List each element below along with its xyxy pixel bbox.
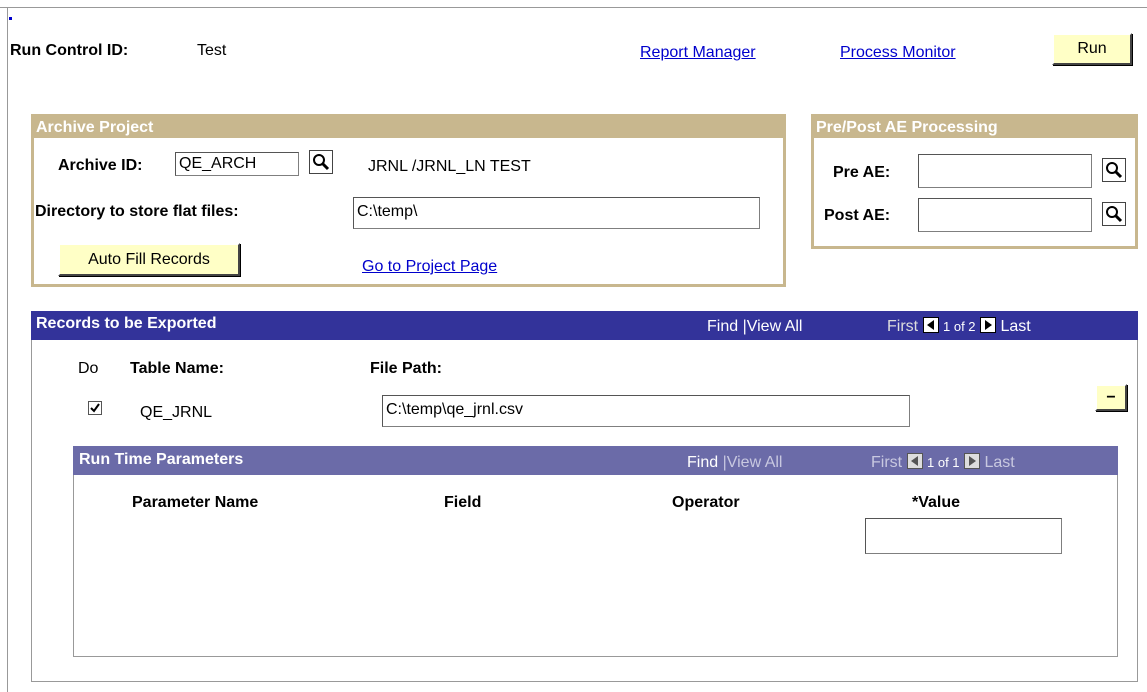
params-paging: First 1 of 1 Last (871, 453, 1015, 472)
run-control-value: Test (197, 42, 227, 59)
records-paging: First 1 of 2 Last (887, 317, 1031, 336)
post-ae-input[interactable] (918, 198, 1092, 232)
params-grid-title: Run Time Parameters (79, 451, 244, 468)
params-next-arrow-icon[interactable] (964, 453, 980, 469)
do-checkbox-icon[interactable] (88, 401, 102, 415)
col-do-header: Do (78, 360, 99, 377)
page-dot (9, 17, 12, 20)
report-manager-link[interactable]: Report Manager (640, 44, 756, 62)
archive-description: JRNL /JRNL_LN TEST (368, 158, 531, 175)
pre-ae-input[interactable] (918, 154, 1092, 188)
directory-input[interactable]: C:\temp\ (353, 197, 760, 229)
go-to-project-page-link[interactable]: Go to Project Page (362, 258, 497, 276)
col-table-name-header: Table Name: (130, 360, 224, 377)
params-first-label: First (871, 454, 903, 471)
records-find-link[interactable]: Find (707, 318, 738, 335)
auto-fill-records-button[interactable]: Auto Fill Records (58, 243, 240, 276)
row-table-name: QE_JRNL (140, 404, 213, 421)
pre-ae-label: Pre AE: (833, 164, 891, 181)
params-last-label: Last (984, 454, 1015, 471)
records-grid-title: Records to be Exported (36, 315, 217, 332)
archive-id-label: Archive ID: (58, 157, 143, 174)
col-field-header: Field (444, 494, 482, 511)
post-ae-lookup-icon[interactable] (1102, 202, 1126, 226)
file-path-input[interactable]: C:\temp\qe_jrnl.csv (382, 395, 910, 427)
pre-ae-lookup-icon[interactable] (1102, 158, 1126, 182)
col-value-header: *Value (912, 494, 961, 511)
archive-project-title: Archive Project (34, 117, 783, 138)
run-button[interactable]: Run (1052, 33, 1132, 65)
page-left-border (7, 7, 8, 692)
params-prev-arrow-icon[interactable] (906, 453, 923, 469)
pre-post-ae-title: Pre/Post AE Processing (814, 117, 1135, 138)
records-first-label: First (887, 318, 919, 335)
params-page-indicator: 1 of 1 (927, 455, 960, 470)
remove-row-button[interactable]: − (1095, 384, 1127, 411)
directory-label: Directory to store flat files: (35, 203, 239, 220)
records-grid-nav: Find |View All (707, 318, 802, 336)
next-arrow-icon[interactable] (980, 317, 996, 333)
page-top-border (0, 7, 1147, 8)
records-page-indicator: 1 of 2 (943, 319, 976, 334)
params-view-all-label: View All (726, 454, 783, 471)
param-value-input[interactable] (865, 518, 1062, 554)
records-last-link[interactable]: Last (1000, 318, 1030, 335)
records-view-all-link[interactable]: View All (747, 318, 803, 335)
records-grid-header: Records to be Exported Find |View All Fi… (31, 311, 1138, 340)
archive-id-lookup-icon[interactable] (309, 150, 333, 174)
col-file-path-header: File Path: (370, 360, 443, 377)
params-grid-nav: Find |View All (687, 454, 782, 472)
process-monitor-link[interactable]: Process Monitor (840, 44, 956, 62)
params-find-link[interactable]: Find (687, 454, 718, 471)
archive-id-input[interactable]: QE_ARCH (175, 152, 299, 176)
col-operator-header: Operator (672, 494, 740, 511)
post-ae-label: Post AE: (824, 207, 891, 224)
run-control-label: Run Control ID: (10, 42, 129, 59)
col-parameter-name-header: Parameter Name (132, 494, 259, 511)
prev-arrow-icon[interactable] (922, 317, 939, 333)
params-grid-header: Run Time Parameters Find |View All First… (73, 446, 1118, 475)
